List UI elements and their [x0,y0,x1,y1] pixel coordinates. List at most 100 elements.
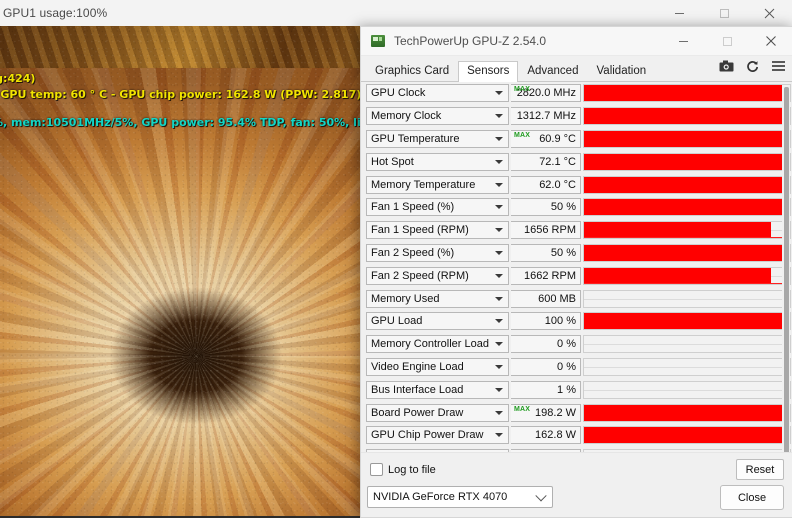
sensor-graph-trace [584,176,790,193]
sensor-value-label: 1 % [557,383,576,396]
sensor-graph [583,426,791,445]
sensor-graph [583,152,791,171]
tab-sensors[interactable]: Sensors [458,60,519,82]
chevron-down-icon [495,387,503,392]
sensor-select-3[interactable]: Hot Spot [366,152,509,171]
sensor-select-15[interactable]: GPU Chip Power Draw [366,426,509,445]
menu-icon[interactable] [771,59,786,73]
sensor-select-14[interactable]: Board Power Draw [366,403,509,422]
sensor-graph-trace [584,222,772,239]
sensor-graph-trace [584,244,790,261]
sensor-select-9[interactable]: Memory Used [366,289,509,308]
sensor-value: MAX 2820.0 MHz [511,84,581,103]
chevron-down-icon [495,159,503,164]
sensor-select-1[interactable]: Memory Clock [366,107,509,126]
close-button[interactable]: Close [720,485,784,510]
sensor-row: Bus Interface Load 1 % [361,378,792,401]
sensor-row: Memory Temperature 62.0 °C [361,173,792,196]
gpuz-app-icon [371,35,385,47]
gpuz-window-controls [661,27,792,55]
tab-advanced[interactable]: Advanced [518,61,587,83]
sensor-row: Fan 2 Speed (RPM) 1662 RPM [361,264,792,287]
sensor-name-label: GPU Chip Power Draw [371,429,484,442]
sensor-value: MAX 60.9 °C [511,129,581,148]
gpuz-maximize-button[interactable] [705,27,749,55]
sensor-select-4[interactable]: Memory Temperature [366,175,509,194]
camera-icon[interactable] [719,59,734,73]
game-maximize-button[interactable] [702,0,747,26]
sensor-graph [583,266,791,285]
sensor-select-11[interactable]: Memory Controller Load [366,335,509,354]
sensor-graph-gridline [584,366,790,368]
sensor-value-label: 100 % [544,315,576,328]
max-badge: MAX [514,86,531,94]
sensor-name-label: Board Power Draw [371,406,464,419]
sensor-scrollbar[interactable] [782,85,790,452]
gpuz-toolbar [719,59,786,73]
refresh-icon[interactable] [745,59,760,73]
sensor-select-0[interactable]: GPU Clock [366,84,509,103]
sensor-row: Memory Clock 1312.7 MHz [361,105,792,128]
sensor-graph-trace [584,85,790,102]
sensor-select-12[interactable]: Video Engine Load [366,357,509,376]
sensor-graph-trace [584,404,790,421]
sensor-value-label: 0 % [557,360,576,373]
chevron-down-icon [495,433,503,438]
sensor-graph [583,312,791,331]
log-to-file-checkbox[interactable]: Log to file [370,463,436,476]
chevron-down-icon [495,319,503,324]
gpuz-window-title: TechPowerUp GPU-Z 2.54.0 [394,34,547,48]
sensor-graph [583,221,791,240]
sensor-select-13[interactable]: Bus Interface Load [366,380,509,399]
game-minimize-button[interactable] [657,0,702,26]
sensor-name-label: Fan 1 Speed (RPM) [371,224,469,237]
sensor-name-label: Hot Spot [371,155,414,168]
chevron-down-icon [495,182,503,187]
sensor-graph-baseline [584,237,790,239]
max-badge: MAX [514,131,531,139]
sensor-graph [583,289,791,308]
tab-validation[interactable]: Validation [587,61,655,83]
sensor-graph [583,175,791,194]
chevron-down-icon [535,490,547,502]
sensor-select-5[interactable]: Fan 1 Speed (%) [366,198,509,217]
sensor-value: 162.8 W [511,426,581,445]
chevron-down-icon [495,410,503,415]
sensor-select-10[interactable]: GPU Load [366,312,509,331]
gpuz-window: TechPowerUp GPU-Z 2.54.0 Graphics Card S… [360,26,792,518]
sensor-row: Hot Spot 72.1 °C [361,150,792,173]
game-close-button[interactable] [747,0,792,26]
chevron-down-icon [495,296,503,301]
sensor-graph [583,129,791,148]
gpuz-titlebar[interactable]: TechPowerUp GPU-Z 2.54.0 [361,27,792,56]
sensor-value: 50 % [511,198,581,217]
sensor-select-6[interactable]: Fan 1 Speed (RPM) [366,221,509,240]
sensor-graph-baseline [584,282,790,284]
device-select[interactable]: NVIDIA GeForce RTX 4070 [367,486,553,508]
sensor-scrollbar-thumb[interactable] [784,87,789,452]
sensor-value: 1656 RPM [511,221,581,240]
checkbox-box[interactable] [370,463,383,476]
sensor-value: 50 % [511,243,581,262]
sensor-select-8[interactable]: Fan 2 Speed (RPM) [366,266,509,285]
sensor-name-label: Fan 2 Speed (%) [371,246,455,259]
sensor-select-2[interactable]: GPU Temperature [366,129,509,148]
gpuz-minimize-button[interactable] [661,27,705,55]
chevron-down-icon [495,364,503,369]
gpuz-close-button[interactable] [749,27,792,55]
sensor-graph-trace [584,313,790,330]
reset-button[interactable]: Reset [736,459,784,480]
sensor-name-label: GPU Clock [371,87,426,100]
chevron-down-icon [495,228,503,233]
sensor-value-label: 50 % [550,246,576,259]
tab-graphics-card[interactable]: Graphics Card [366,61,458,83]
chevron-down-icon [495,136,503,141]
sensor-value-label: 198.2 W [535,406,576,419]
sensor-value: 0 % [511,357,581,376]
sensor-row: GPU Load 100 % [361,310,792,333]
max-badge: MAX [514,405,531,413]
sensor-graph-trace [584,427,790,444]
sensor-graph-trace [584,130,790,147]
sensor-select-7[interactable]: Fan 2 Speed (%) [366,243,509,262]
sensor-graph-trace [584,199,790,216]
